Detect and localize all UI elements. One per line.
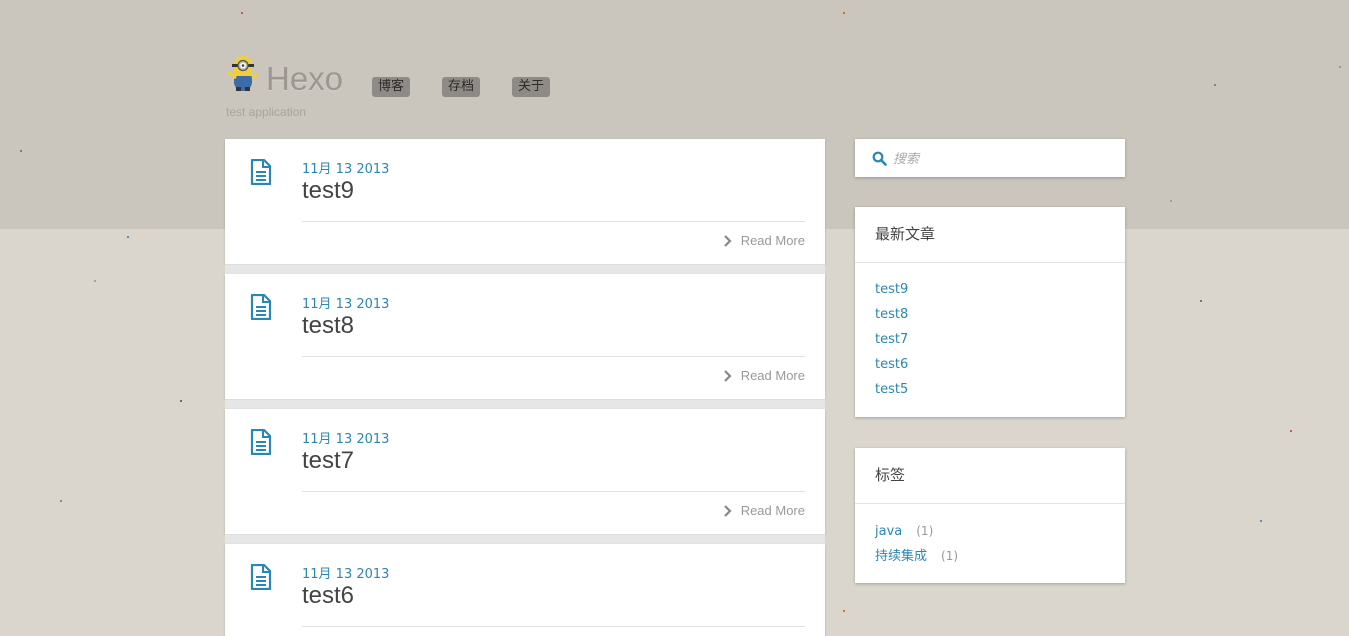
document-icon <box>250 159 272 185</box>
post-card: 11月 13 2013 test6 <box>225 544 825 636</box>
post-card: 11月 13 2013 test8 Read More <box>225 274 825 399</box>
recent-post-link[interactable]: test8 <box>875 306 1105 331</box>
recent-post-link[interactable]: test7 <box>875 331 1105 356</box>
recent-post-link[interactable]: test5 <box>875 381 1105 406</box>
tag-count: (1) <box>941 549 959 563</box>
nav-item-blog[interactable]: 博客 <box>372 77 411 97</box>
read-more-label: Read More <box>740 233 805 248</box>
site-subtitle: test application <box>226 105 307 119</box>
post-date: 11月 13 2013 <box>302 567 390 582</box>
read-more-label: Read More <box>740 368 805 383</box>
recent-posts-widget: 最新文章 test9 test8 test7 test6 test5 <box>855 207 1125 417</box>
post-divider <box>302 221 805 222</box>
search-input[interactable] <box>891 147 1115 171</box>
read-more-link[interactable]: Read More <box>723 368 805 383</box>
post-title[interactable]: test9 <box>302 177 354 205</box>
post-title[interactable]: test6 <box>302 582 354 610</box>
document-icon <box>250 564 272 590</box>
site-title[interactable]: Hexo <box>266 60 343 98</box>
document-icon <box>250 294 272 320</box>
post-divider <box>302 626 805 627</box>
post-card: 11月 13 2013 test7 Read More <box>225 409 825 534</box>
nav-item-archive[interactable]: 存档 <box>442 77 481 97</box>
post-divider <box>302 356 805 357</box>
search-icon[interactable] <box>872 151 887 166</box>
tags-widget: 标签 java (1) 持续集成 (1) <box>855 448 1125 583</box>
post-divider <box>302 491 805 492</box>
widget-title: 标签 <box>855 448 1125 504</box>
post-card: 11月 13 2013 test9 Read More <box>225 139 825 264</box>
tag-item: 持续集成 (1) <box>875 547 1105 572</box>
tag-link[interactable]: java <box>875 524 902 539</box>
chevron-right-icon <box>723 234 732 247</box>
recent-post-link[interactable]: test9 <box>875 281 1105 306</box>
post-title[interactable]: test7 <box>302 447 354 475</box>
read-more-link[interactable]: Read More <box>723 233 805 248</box>
nav-item-about[interactable]: 关于 <box>512 77 551 97</box>
search-box <box>855 139 1125 177</box>
tags-list: java (1) 持续集成 (1) <box>855 504 1125 586</box>
minion-logo-icon[interactable] <box>226 52 260 92</box>
read-more-link[interactable]: Read More <box>723 503 805 518</box>
post-date: 11月 13 2013 <box>302 297 390 312</box>
recent-post-link[interactable]: test6 <box>875 356 1105 381</box>
recent-posts-list: test9 test8 test7 test6 test5 <box>855 263 1125 420</box>
tag-count: (1) <box>916 524 934 538</box>
chevron-right-icon <box>723 369 732 382</box>
chevron-right-icon <box>723 504 732 517</box>
tag-link[interactable]: 持续集成 <box>875 549 927 564</box>
document-icon <box>250 429 272 455</box>
tag-item: java (1) <box>875 522 1105 547</box>
widget-title: 最新文章 <box>855 207 1125 263</box>
post-date: 11月 13 2013 <box>302 432 390 447</box>
post-title[interactable]: test8 <box>302 312 354 340</box>
post-date: 11月 13 2013 <box>302 162 390 177</box>
read-more-label: Read More <box>740 503 805 518</box>
